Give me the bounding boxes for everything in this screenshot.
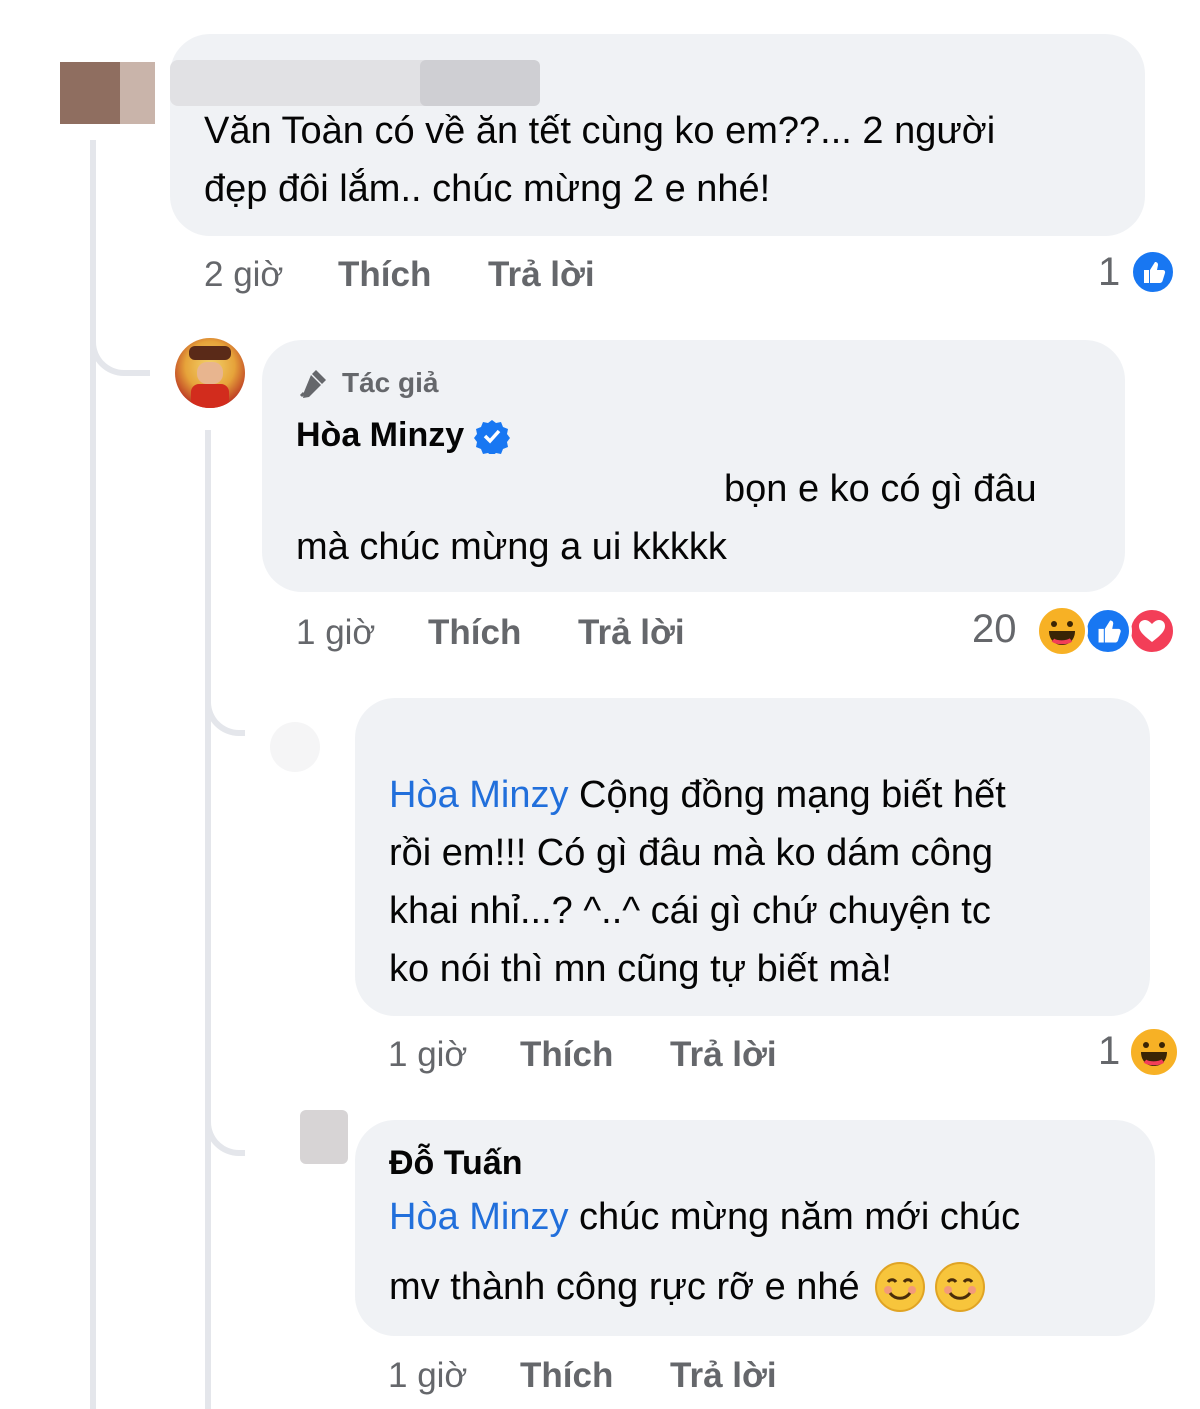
reply-button[interactable]: Trả lời <box>578 613 685 653</box>
mention-link[interactable]: Hòa Minzy <box>389 774 569 816</box>
thread-connector-reply2 <box>205 660 245 736</box>
mention-link[interactable]: Hòa Minzy <box>389 1196 569 1238</box>
reply-text-line2: rồi em!!! Có gì đâu mà ko dám công <box>389 832 994 874</box>
reply-button[interactable]: Trả lời <box>488 255 595 295</box>
comment-time[interactable]: 2 giờ <box>204 255 283 295</box>
commenter-avatar[interactable] <box>300 1110 348 1164</box>
author-name-row: Hòa Minzy <box>296 416 511 456</box>
reply-button[interactable]: Trả lời <box>670 1035 777 1075</box>
author-avatar[interactable] <box>175 338 245 408</box>
comment-text-line1: Văn Toàn có về ăn tết cùng ko em??... 2 … <box>204 110 996 152</box>
author-reply-bubble: Tác giả Hòa Minzy bọn e ko có gì đâu mà … <box>262 340 1125 592</box>
commenter-avatar-blurred[interactable] <box>60 62 155 124</box>
thread-line-replies <box>205 430 211 1409</box>
reply-text-line2-text: mv thành công rực rỡ e nhé <box>389 1266 860 1308</box>
like-reaction-icon <box>1084 607 1132 655</box>
thread-connector-reply1 <box>90 300 150 376</box>
verified-badge-icon <box>474 418 511 456</box>
reaction-count[interactable]: 1 <box>1098 1029 1120 1074</box>
like-button[interactable]: Thích <box>428 613 521 653</box>
reply-text-line4: ko nói thì mn cũng tự biết mà! <box>389 948 892 990</box>
commenter-name-blurred[interactable] <box>389 724 689 764</box>
smiling-face-emoji-icon <box>874 1261 926 1313</box>
author-name[interactable]: Hòa Minzy <box>296 416 464 455</box>
like-button[interactable]: Thích <box>520 1035 613 1075</box>
thread-connector-reply3 <box>205 1080 245 1156</box>
commenter-name[interactable]: Đỗ Tuấn <box>389 1144 522 1183</box>
reply-text-line3: khai nhỉ...? ^..^ cái gì chứ chuyện tc <box>389 890 991 932</box>
reply-text-line1: Hòa Minzy Cộng đồng mạng biết hết <box>389 766 1006 824</box>
commenter-avatar-blurred[interactable] <box>270 722 320 772</box>
microphone-icon <box>296 366 332 400</box>
reaction-count[interactable]: 20 <box>972 607 1017 652</box>
author-badge: Tác giả <box>296 366 438 400</box>
reply-bubble: Hòa Minzy Cộng đồng mạng biết hết rồi em… <box>355 698 1150 1016</box>
love-reaction-icon <box>1128 607 1176 655</box>
reply-text-line1-rest: Cộng đồng mạng biết hết <box>568 774 1006 816</box>
reply-time[interactable]: 1 giờ <box>388 1356 467 1396</box>
author-reply-line2: mà chúc mừng a ui kkkkk <box>296 526 727 568</box>
comment-bubble: Văn Toàn có về ăn tết cùng ko em??... 2 … <box>170 34 1145 236</box>
haha-reaction-icon <box>1036 605 1088 657</box>
haha-reaction-icon <box>1128 1026 1180 1078</box>
author-reply-line1: bọn e ko có gì đâu <box>724 468 1037 510</box>
reply-text-line1: Hòa Minzy chúc mừng năm mới chúc <box>389 1188 1020 1246</box>
reply-text-line1-rest: chúc mừng năm mới chúc <box>568 1196 1021 1238</box>
like-reaction-icon <box>1130 249 1176 295</box>
reaction-count[interactable]: 1 <box>1098 250 1120 295</box>
comment-text-line2: đẹp đôi lắm.. chúc mừng 2 e nhé! <box>204 168 771 210</box>
commenter-name-blurred-2 <box>420 60 540 106</box>
reply-bubble: Đỗ Tuấn Hòa Minzy chúc mừng năm mới chúc… <box>355 1120 1155 1336</box>
author-reply-time[interactable]: 1 giờ <box>296 613 375 653</box>
like-button[interactable]: Thích <box>520 1356 613 1396</box>
like-button[interactable]: Thích <box>338 255 431 295</box>
reply-button[interactable]: Trả lời <box>670 1356 777 1396</box>
reply-text-line2: mv thành công rực rỡ e nhé <box>389 1258 986 1316</box>
author-badge-label: Tác giả <box>342 367 439 398</box>
reply-time[interactable]: 1 giờ <box>388 1035 467 1075</box>
smiling-face-emoji-icon <box>934 1261 986 1313</box>
